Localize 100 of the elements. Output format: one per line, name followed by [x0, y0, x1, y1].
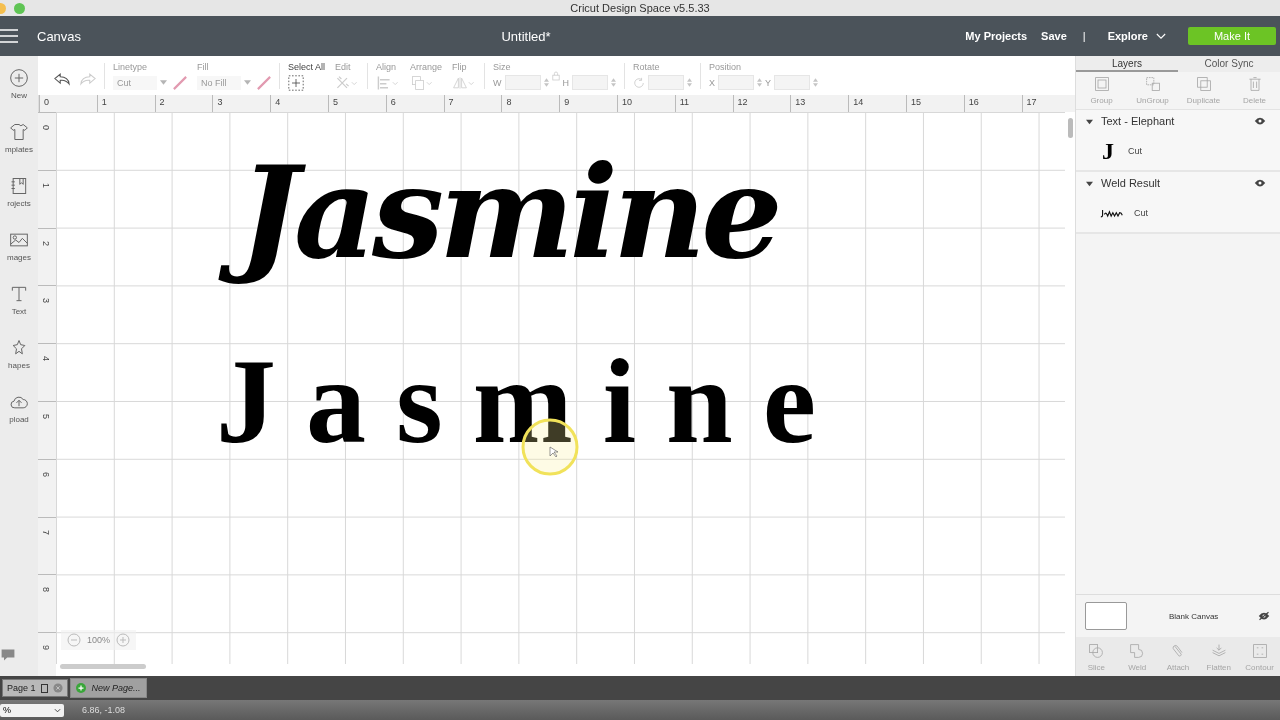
zoom-in-button[interactable] — [116, 633, 131, 647]
caret-down-icon[interactable] — [1086, 117, 1093, 125]
ruler-number: 8 — [41, 587, 50, 593]
explore-dropdown[interactable]: Explore — [1107, 30, 1148, 42]
toolbar-label: Arrange — [410, 61, 443, 72]
panel-tab[interactable]: Color Sync — [1178, 56, 1280, 72]
ruler-number: 4 — [41, 356, 50, 362]
toolbar-label: Edit — [335, 61, 351, 72]
layer-name[interactable]: Text - Elephant — [1101, 115, 1175, 127]
window-title: Cricut Design Space v5.5.33 — [570, 2, 710, 14]
header-link[interactable]: Save — [1041, 30, 1067, 42]
select-all-icon[interactable] — [288, 74, 304, 91]
toolbar-label: Rotate — [633, 61, 660, 72]
shirt-icon[interactable] — [9, 122, 29, 142]
ruler-number: 0 — [41, 125, 50, 130]
action-label: Duplicate — [1186, 96, 1221, 105]
sidebar-item[interactable]: hapes — [0, 338, 38, 370]
project-title: Untitled* — [500, 28, 552, 44]
ruler-number: 1 — [41, 182, 50, 188]
weld-thumbnail-icon — [1100, 208, 1124, 218]
field-label: W — [493, 77, 502, 88]
zoom-out-button[interactable] — [67, 633, 81, 647]
caret-down-icon[interactable] — [1086, 179, 1093, 187]
sidebar-item[interactable]: mages — [0, 230, 38, 262]
slice-icon — [1088, 643, 1105, 659]
layer-name[interactable]: Weld Result — [1101, 177, 1161, 189]
scrollbar-thumb[interactable] — [1067, 118, 1073, 138]
zoom-level: 100% — [87, 635, 111, 645]
toolbar-label: Align — [376, 61, 397, 72]
operation-label: Cut — [1134, 208, 1148, 218]
ruler-number: 5 — [332, 96, 339, 109]
ruler-number: 14 — [852, 96, 865, 109]
hidden-eye-icon[interactable] — [1258, 611, 1270, 621]
ruler-number: 6 — [41, 471, 50, 477]
ruler-number: 9 — [41, 645, 50, 651]
sidebar-item[interactable]: pload — [0, 392, 38, 424]
toolbar-label: Linetype — [113, 61, 148, 72]
sidebar-item[interactable]: Text — [0, 284, 38, 316]
field-label: X — [709, 77, 716, 88]
action-label: UnGroup — [1136, 96, 1169, 105]
design-text[interactable]: Jasmine — [186, 338, 846, 465]
action-label: Delete — [1242, 96, 1267, 105]
sidebar-item[interactable]: New — [0, 68, 38, 100]
ruler-number: 12 — [736, 96, 749, 109]
ruler-number: 4 — [274, 96, 282, 109]
ruler-number: 8 — [505, 96, 513, 109]
toolbar-label: Position — [709, 61, 742, 72]
cursor-coordinates: 6.86, -1.08 — [82, 705, 126, 715]
ruler-number: 11 — [678, 96, 691, 109]
action-label: Slice — [1087, 663, 1106, 672]
ruler-number: 13 — [794, 96, 807, 109]
field-label: H — [562, 77, 570, 88]
notebook-icon[interactable] — [9, 176, 29, 196]
section-title: Canvas — [37, 28, 82, 44]
ruler-number: 2 — [41, 240, 50, 246]
ungroup-icon — [1144, 76, 1161, 92]
operation-label: Cut — [1128, 146, 1142, 156]
chat-icon[interactable] — [0, 648, 16, 662]
action-label: Weld — [1128, 663, 1147, 672]
trash-icon — [1246, 76, 1263, 92]
zoom-button[interactable] — [14, 2, 25, 14]
plus-icon[interactable] — [75, 683, 86, 693]
group-icon — [1093, 76, 1110, 92]
flatten-icon — [1210, 643, 1227, 659]
letter-t-icon[interactable] — [9, 284, 29, 304]
close-icon[interactable] — [52, 683, 63, 693]
action-label: Attach — [1166, 663, 1190, 672]
page-icon[interactable] — [40, 683, 48, 693]
sidebar-item[interactable]: rojects — [0, 176, 38, 208]
canvas-swatch[interactable] — [1085, 602, 1127, 630]
ruler-number: 3 — [216, 96, 224, 109]
field-label: Y — [765, 77, 772, 88]
ruler-number: 2 — [158, 96, 166, 109]
ruler-number: 1 — [100, 96, 108, 109]
scrollbar-thumb[interactable] — [60, 664, 146, 669]
layer-thumbnail: J — [1102, 139, 1115, 163]
header-link[interactable]: My Projects — [965, 30, 1028, 42]
menu-icon[interactable] — [0, 29, 18, 43]
sidebar-item[interactable]: mplates — [0, 122, 38, 154]
separator: | — [1082, 30, 1086, 42]
duplicate-icon — [1195, 76, 1212, 92]
ruler-number: 5 — [41, 414, 50, 419]
eye-icon[interactable] — [1254, 116, 1266, 126]
action-label: Flatten — [1206, 663, 1231, 672]
design-text[interactable]: Jasmine — [214, 126, 818, 299]
chevron-down-icon[interactable] — [54, 707, 61, 713]
weld-icon — [1129, 643, 1146, 659]
zoom-select[interactable]: % — [3, 705, 11, 715]
toolbar-label: Fill — [197, 61, 209, 72]
eye-icon[interactable] — [1254, 178, 1266, 188]
ruler-number: 10 — [620, 96, 633, 109]
toolbar-label: Select All — [288, 61, 326, 72]
ruler-number: 16 — [967, 96, 980, 109]
plus-circle-icon[interactable] — [9, 68, 29, 88]
toolbar-label: Flip — [452, 61, 467, 72]
layer-name: Blank Canvas — [1169, 611, 1219, 621]
ruler-number: 7 — [447, 96, 455, 109]
toolbar-label: Size — [493, 61, 511, 72]
undo-icon[interactable] — [54, 72, 70, 86]
ruler-number: 15 — [909, 96, 922, 109]
